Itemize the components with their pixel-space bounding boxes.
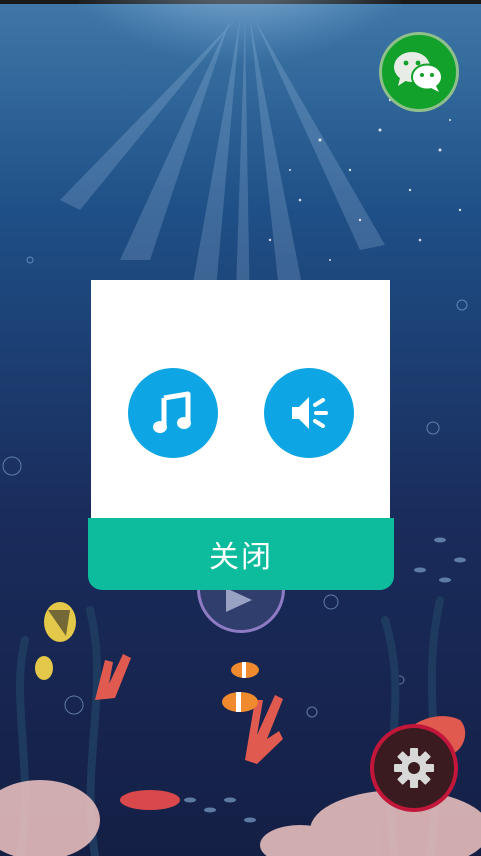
music-toggle-button[interactable] [128,368,218,458]
speaker-icon [292,397,328,429]
close-button[interactable]: 关闭 [88,518,394,590]
wechat-share-button[interactable] [379,32,459,112]
wechat-icon [394,52,443,92]
sound-toggle-button[interactable] [264,368,354,458]
music-note-icon [153,391,191,433]
play-icon [226,588,252,612]
close-button-label: 关闭 [209,540,273,575]
settings-button[interactable] [370,724,458,812]
gear-icon [394,748,434,788]
